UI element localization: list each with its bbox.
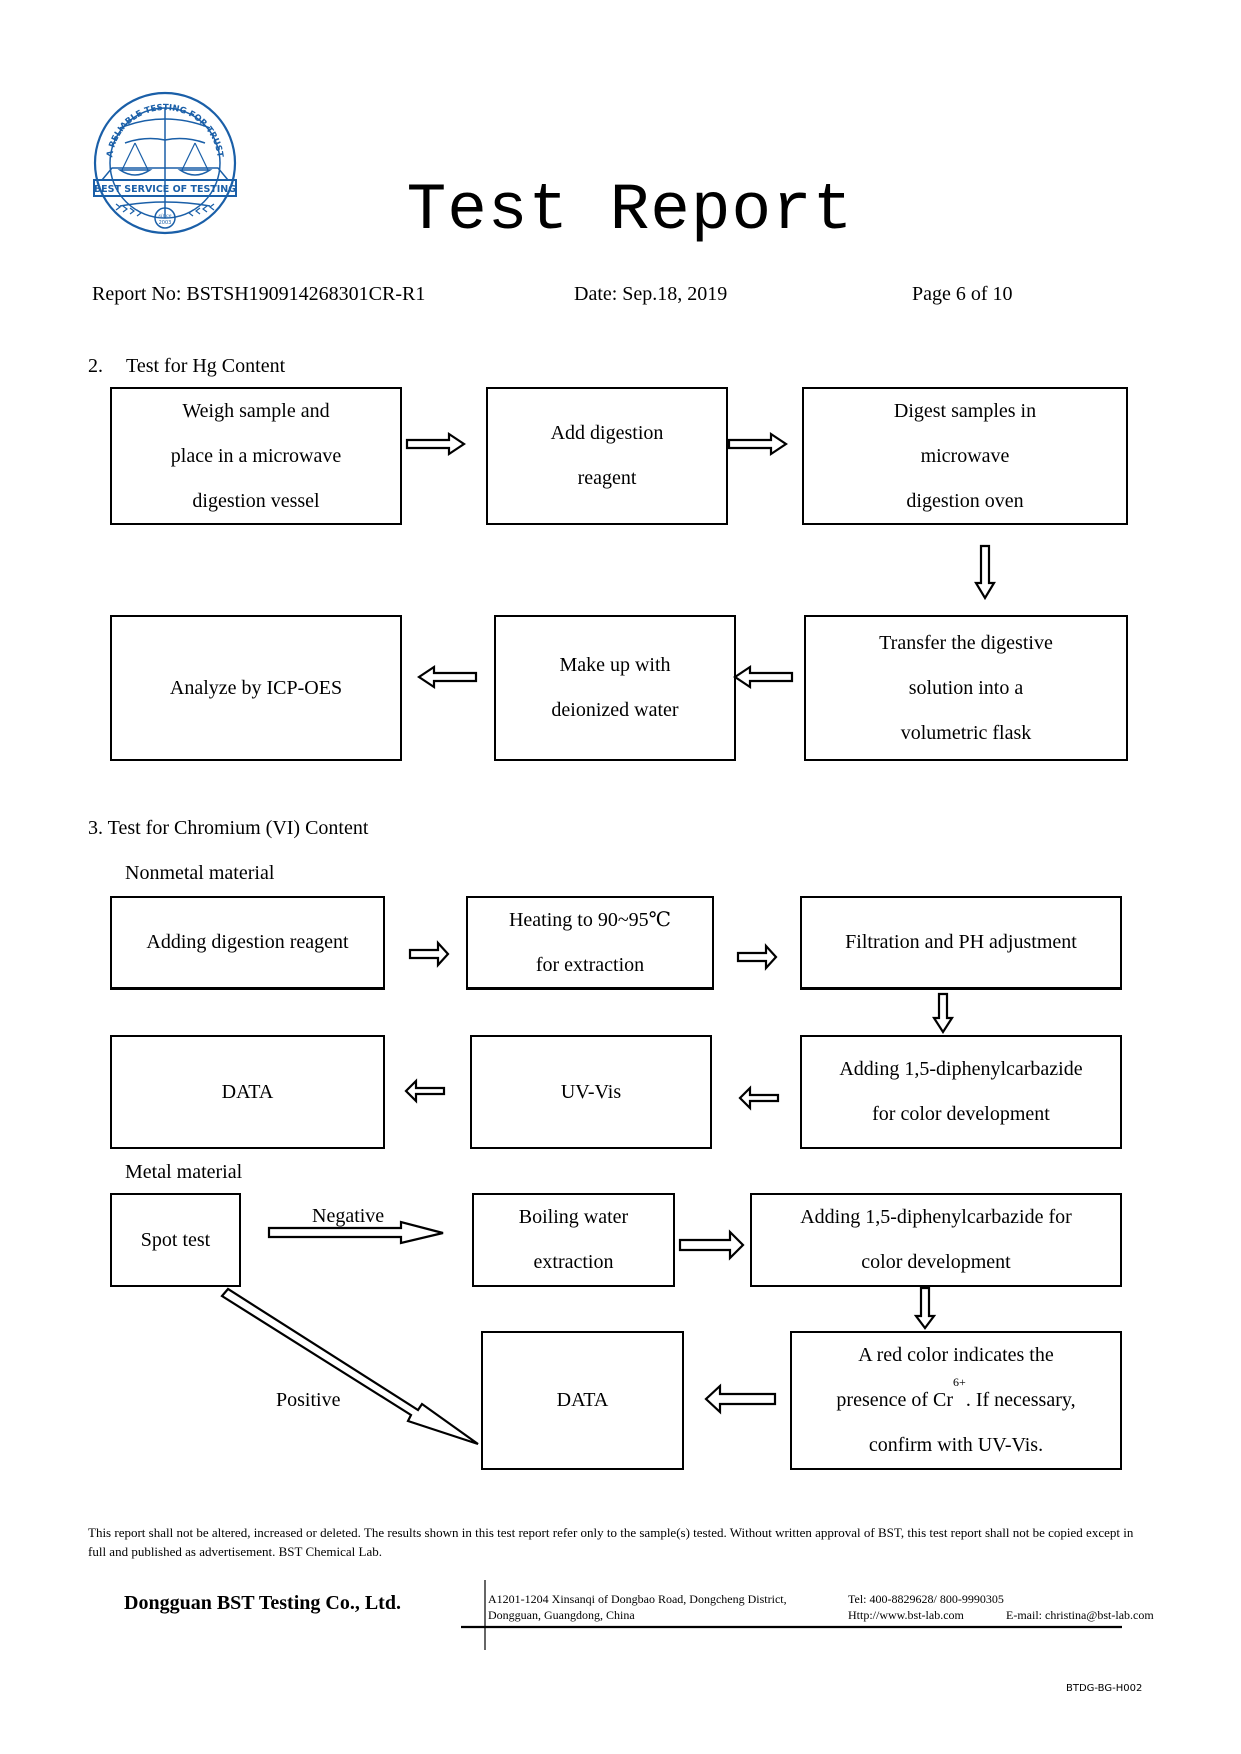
step-text: Heating to 90~95℃ <box>508 908 672 931</box>
step-text: Digest samples in <box>893 399 1037 422</box>
step-text: extraction <box>533 1251 614 1273</box>
cr-nonmetal-step-digestion: Adding digestion reagent <box>110 896 385 990</box>
cr-nonmetal-step-filtration: Filtration and PH adjustment <box>800 896 1122 990</box>
step-text: digestion vessel <box>192 489 320 512</box>
step-text: Transfer the digestive <box>879 631 1053 654</box>
metal-label: Metal material <box>125 1161 243 1183</box>
step-text: DATA <box>556 1389 609 1411</box>
hg-section-heading: Test for Hg Content <box>126 355 286 377</box>
step-text: . If necessary, <box>965 1389 1076 1411</box>
positive-label: Positive <box>276 1389 341 1411</box>
step-text: color development <box>861 1251 1011 1273</box>
cr-metal-step-diphenylcarbazide: Adding 1,5-diphenylcarbazide for color d… <box>750 1193 1122 1287</box>
hg-step-weigh-sample: Weigh sample and place in a microwave di… <box>110 387 402 525</box>
cr-nonmetal-step-diphenylcarbazide: Adding 1,5-diphenylcarbazide for color d… <box>800 1035 1122 1149</box>
step-text: reagent <box>577 467 637 489</box>
nonmetal-label: Nonmetal material <box>125 862 275 884</box>
step-text: deionized water <box>551 699 679 721</box>
arrow-left-icon <box>738 1085 780 1111</box>
logo-since-label: since <box>158 213 171 219</box>
step-text: DATA <box>221 1080 274 1103</box>
step-text: Make up with <box>559 654 671 676</box>
report-date: Date: Sep.18, 2019 <box>574 283 728 305</box>
superscript: 6+ <box>953 1375 966 1389</box>
address-line-2: Dongguan, Guangdong, China <box>488 1608 635 1622</box>
step-text: for extraction <box>535 953 645 976</box>
cr-nonmetal-step-data: DATA <box>110 1035 385 1149</box>
arrow-down-icon <box>974 544 996 601</box>
step-text: confirm with UV-Vis. <box>868 1434 1044 1456</box>
step-text: Boiling water <box>518 1206 629 1228</box>
step-text: UV-Vis <box>560 1080 622 1103</box>
arrow-right-icon <box>405 431 466 457</box>
arrow-left-icon <box>733 664 794 690</box>
hg-section-number: 2. <box>88 355 103 377</box>
step-text: for color development <box>872 1103 1050 1125</box>
arrow-right-icon <box>736 943 778 971</box>
step-text: Analyze by ICP-OES <box>169 676 343 699</box>
arrow-right-icon <box>408 940 450 968</box>
cr-metal-step-boiling-water: Boiling water extraction <box>472 1193 675 1287</box>
page-number: Page 6 of 10 <box>912 283 1013 305</box>
telephone: Tel: 400-8829628/ 800-9990305 <box>848 1592 1004 1606</box>
arrow-down-icon <box>913 1286 937 1330</box>
hg-step-digest: Digest samples in microwave digestion ov… <box>802 387 1128 525</box>
cr-metal-step-data: DATA <box>481 1331 684 1470</box>
page-title: Test Report <box>406 173 854 248</box>
negative-label: Negative <box>312 1205 385 1227</box>
website-link[interactable]: Http://www.bst-lab.com <box>848 1607 964 1623</box>
hg-step-transfer: Transfer the digestive solution into a v… <box>804 615 1128 761</box>
hg-step-make-up: Make up with deionized water <box>494 615 736 761</box>
step-text: Adding 1,5-diphenylcarbazide for <box>800 1206 1072 1228</box>
cr-nonmetal-step-uvvis: UV-Vis <box>470 1035 712 1149</box>
step-text: Filtration and PH adjustment <box>845 931 1077 953</box>
company-name: Dongguan BST Testing Co., Ltd. <box>124 1592 401 1614</box>
logo-banner-text: BEST SERVICE OF TESTING <box>94 184 236 195</box>
disclaimer-text: This report shall not be altered, increa… <box>88 1525 1134 1559</box>
step-text: Spot test <box>140 1228 211 1251</box>
arrow-left-icon <box>404 1078 446 1104</box>
step-text: microwave <box>920 444 1010 467</box>
step-text: Add digestion <box>550 422 664 444</box>
arrow-right-icon <box>678 1229 745 1261</box>
hg-step-analyze: Analyze by ICP-OES <box>110 615 402 761</box>
step-text: presence of Cr <box>836 1389 954 1411</box>
cr-section-heading: 3. Test for Chromium (VI) Content <box>88 817 369 839</box>
step-text: volumetric flask <box>900 721 1032 744</box>
logo-since-year: 2003 <box>159 220 172 226</box>
arrow-left-icon <box>417 664 478 690</box>
cr-metal-step-red-color: A red color indicates the presence of Cr… <box>790 1331 1122 1470</box>
step-text: Adding 1,5-diphenylcarbazide <box>839 1058 1083 1080</box>
arrow-left-icon <box>704 1383 777 1415</box>
step-text: Weigh sample and <box>182 399 330 422</box>
email-link[interactable]: E-mail: christina@bst-lab.com <box>1006 1607 1154 1623</box>
step-text: Adding digestion reagent <box>146 931 349 953</box>
arrow-down-icon <box>931 992 955 1035</box>
step-text: solution into a <box>908 676 1024 699</box>
cr-metal-step-spot-test: Spot test <box>110 1193 241 1287</box>
report-number: Report No: BSTSH190914268301CR-R1 <box>92 283 426 305</box>
hg-step-add-reagent: Add digestion reagent <box>486 387 728 525</box>
step-text: place in a microwave <box>170 444 342 467</box>
form-code: BTDG-BG-H002 <box>1066 1683 1143 1694</box>
step-text: A red color indicates the <box>858 1344 1054 1366</box>
company-logo: A RELIABLE TESTING FOR TRUST BEST SERVIC… <box>93 91 237 235</box>
address-line-1: A1201-1204 Xinsanqi of Dongbao Road, Don… <box>488 1592 787 1606</box>
step-text: digestion oven <box>906 489 1024 512</box>
arrow-right-icon <box>727 431 788 457</box>
step-text-cr6: presence of Cr6+. If necessary, <box>836 1375 1076 1423</box>
arrow-diagonal-positive-icon <box>220 1287 479 1446</box>
cr-nonmetal-step-heating: Heating to 90~95℃ for extraction <box>466 896 714 990</box>
